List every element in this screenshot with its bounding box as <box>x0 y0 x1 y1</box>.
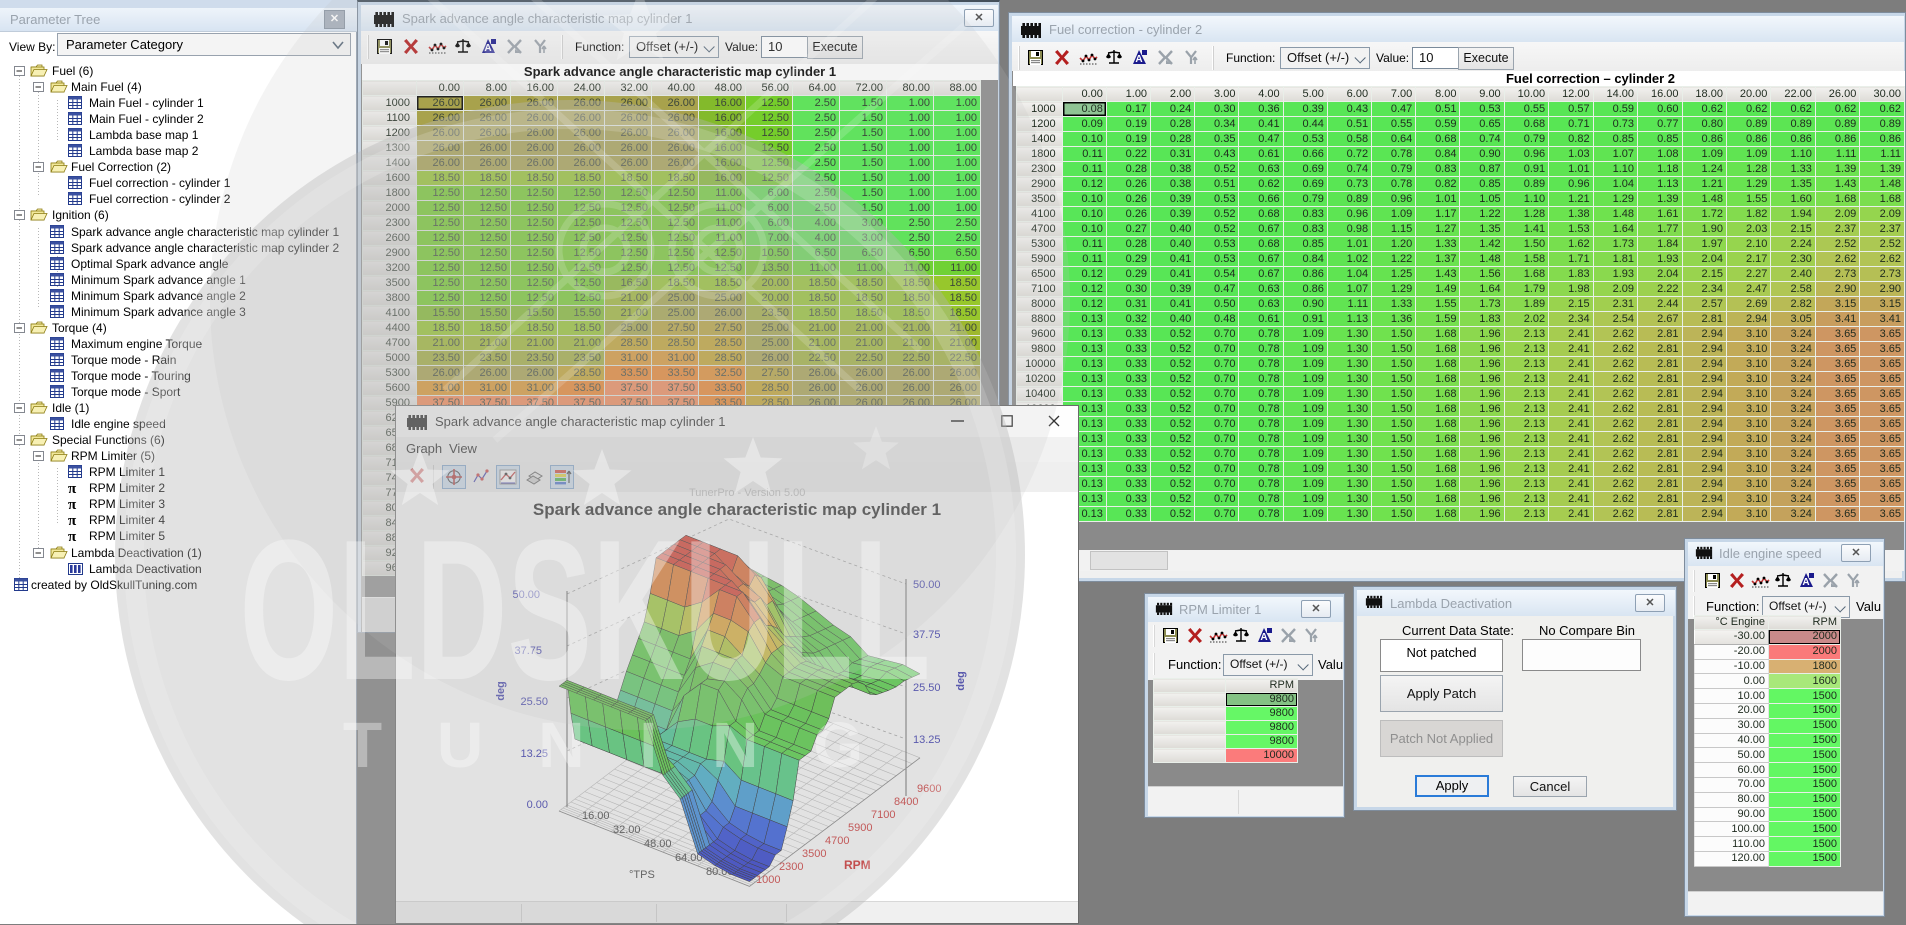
svg-text:16.00: 16.00 <box>582 810 610 822</box>
svg-text:8400: 8400 <box>894 796 918 808</box>
svg-text:A: A <box>1135 54 1142 65</box>
svg-text:25.50: 25.50 <box>520 696 548 708</box>
svg-text:1000: 1000 <box>756 874 780 886</box>
svg-text:5900: 5900 <box>848 822 872 834</box>
svg-text:deg: deg <box>955 671 967 691</box>
svg-text:9600: 9600 <box>917 783 941 795</box>
svg-text:13.25: 13.25 <box>913 734 941 746</box>
svg-text:A: A <box>1802 577 1809 588</box>
svg-text:13.25: 13.25 <box>520 748 548 760</box>
svg-text:37.75: 37.75 <box>913 629 941 641</box>
svg-text:A: A <box>484 43 491 54</box>
svg-text:37.75: 37.75 <box>514 645 542 657</box>
svg-text:3500: 3500 <box>802 848 826 860</box>
svg-text:°TPS: °TPS <box>629 869 655 881</box>
svg-text:deg: deg <box>495 681 507 701</box>
svg-text:A: A <box>1260 632 1267 643</box>
svg-text:2300: 2300 <box>779 861 803 873</box>
svg-text:7100: 7100 <box>871 809 895 821</box>
svg-text:50.00: 50.00 <box>512 589 540 601</box>
svg-text:4700: 4700 <box>825 835 849 847</box>
svg-text:25.50: 25.50 <box>913 682 941 694</box>
svg-text:50.00: 50.00 <box>913 579 941 591</box>
svg-text:RPM: RPM <box>844 858 871 872</box>
svg-text:32.00: 32.00 <box>613 824 641 836</box>
svg-text:48.00: 48.00 <box>644 838 672 850</box>
svg-text:0.00: 0.00 <box>527 799 548 811</box>
